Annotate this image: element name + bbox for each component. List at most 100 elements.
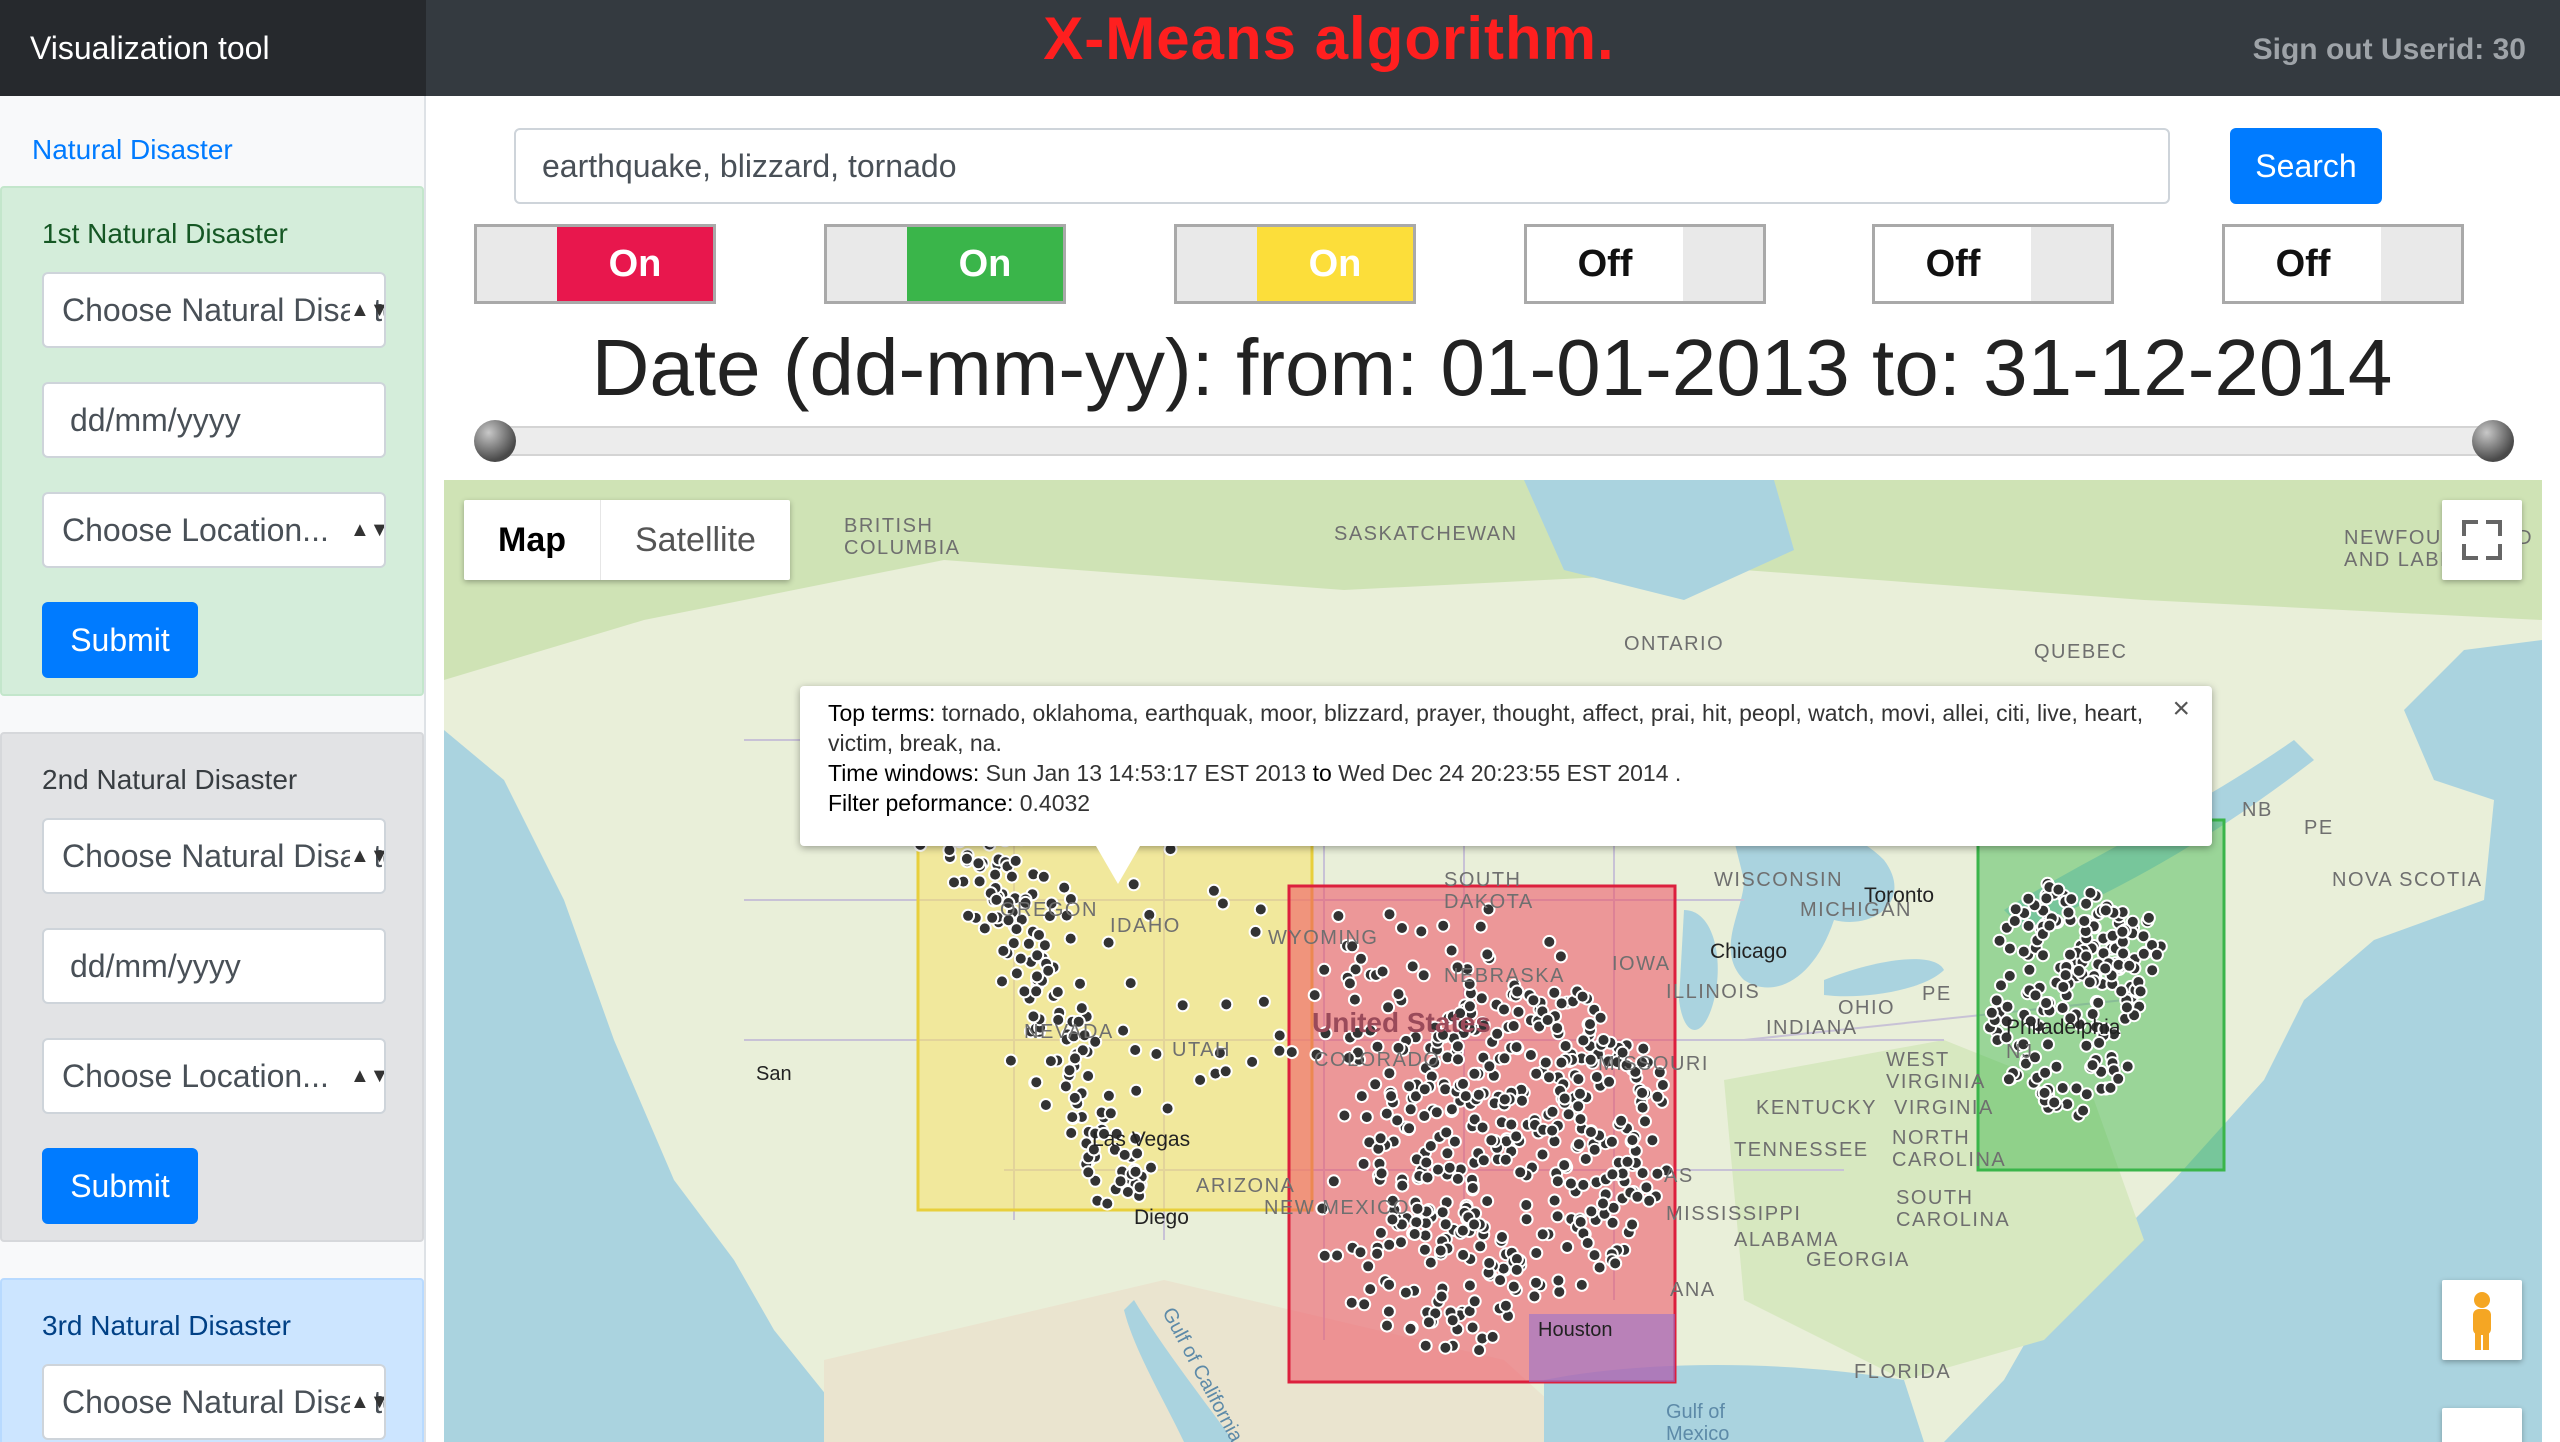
event-marker[interactable]	[1573, 1086, 1587, 1101]
event-marker[interactable]	[1575, 989, 1590, 1004]
event-marker[interactable]	[1368, 1077, 1383, 1092]
event-marker[interactable]	[947, 875, 961, 890]
event-marker[interactable]	[1219, 997, 1234, 1012]
submit-button[interactable]: Submit	[42, 1148, 198, 1224]
event-marker[interactable]	[1029, 984, 1044, 999]
event-marker[interactable]	[2082, 975, 2097, 990]
event-marker[interactable]	[1553, 949, 1568, 964]
event-marker[interactable]	[995, 974, 1009, 989]
brand-label[interactable]: Visualization tool	[0, 0, 426, 96]
event-marker[interactable]	[1068, 1051, 1082, 1066]
event-marker[interactable]	[1614, 1113, 1629, 1128]
event-marker[interactable]	[2022, 962, 2037, 977]
event-marker[interactable]	[1513, 1165, 1528, 1180]
event-marker[interactable]	[1608, 1256, 1623, 1271]
event-marker[interactable]	[1123, 976, 1138, 991]
event-marker[interactable]	[1101, 935, 1116, 950]
event-marker[interactable]	[1149, 1047, 1164, 1061]
event-marker[interactable]	[1604, 1134, 1619, 1149]
event-marker[interactable]	[1030, 948, 1045, 963]
event-marker[interactable]	[2098, 961, 2113, 976]
event-marker[interactable]	[1545, 1104, 1560, 1119]
event-marker[interactable]	[2047, 1095, 2062, 1110]
event-marker[interactable]	[1438, 1082, 1453, 1097]
event-marker[interactable]	[1485, 1329, 1500, 1344]
event-marker[interactable]	[1395, 921, 1409, 935]
location-select[interactable]: Choose Location... ▲▼	[42, 1038, 386, 1114]
event-marker[interactable]	[1417, 1082, 1432, 1097]
event-marker[interactable]	[1370, 1246, 1385, 1261]
event-marker[interactable]	[1245, 1054, 1260, 1069]
event-marker[interactable]	[1439, 1125, 1454, 1140]
event-marker[interactable]	[1542, 934, 1557, 949]
event-marker[interactable]	[1455, 1223, 1470, 1238]
cluster-toggle-6[interactable]: Off	[2222, 224, 2464, 304]
date-input[interactable]: dd/mm/yyyy	[42, 382, 386, 458]
event-marker[interactable]	[1357, 1297, 1372, 1312]
event-marker[interactable]	[1073, 976, 1087, 991]
event-marker[interactable]	[2076, 1103, 2091, 1118]
event-marker[interactable]	[2002, 968, 2017, 983]
event-marker[interactable]	[1435, 1205, 1450, 1220]
event-marker[interactable]	[1638, 1114, 1652, 1129]
event-marker[interactable]	[1434, 1289, 1449, 1304]
event-marker[interactable]	[1465, 1181, 1480, 1195]
event-marker[interactable]	[1081, 1165, 1096, 1180]
event-marker[interactable]	[1482, 1059, 1497, 1074]
disaster-select[interactable]: Choose Natural Disaster ▲▼	[42, 1364, 386, 1440]
event-marker[interactable]	[1497, 1092, 1512, 1107]
event-marker[interactable]	[1584, 1204, 1599, 1219]
event-marker[interactable]	[1421, 1315, 1436, 1330]
event-marker[interactable]	[1456, 1076, 1470, 1091]
event-marker[interactable]	[1423, 1255, 1438, 1270]
event-marker[interactable]	[1417, 1109, 1432, 1123]
event-marker[interactable]	[2002, 941, 2017, 956]
event-marker[interactable]	[2071, 963, 2086, 978]
date-slider-start-handle[interactable]	[474, 420, 516, 462]
event-marker[interactable]	[1284, 1045, 1299, 1060]
event-marker[interactable]	[1429, 1105, 1444, 1120]
event-marker[interactable]	[1650, 1166, 1665, 1181]
date-slider-end-handle[interactable]	[2472, 420, 2514, 462]
event-marker[interactable]	[2145, 963, 2160, 978]
event-marker[interactable]	[1103, 1106, 1118, 1121]
event-marker[interactable]	[1419, 1155, 1434, 1170]
event-marker[interactable]	[2007, 914, 2022, 928]
event-marker[interactable]	[1538, 1055, 1553, 1070]
event-marker[interactable]	[1381, 1304, 1396, 1319]
event-marker[interactable]	[1526, 993, 1541, 1008]
event-marker[interactable]	[1248, 924, 1263, 939]
event-marker[interactable]	[1445, 1313, 1460, 1328]
event-marker[interactable]	[1402, 1121, 1417, 1136]
event-marker[interactable]	[1630, 1189, 1645, 1204]
event-marker[interactable]	[1527, 1289, 1542, 1304]
event-marker[interactable]	[2036, 948, 2050, 963]
event-marker[interactable]	[1013, 951, 1028, 966]
event-marker[interactable]	[1558, 1039, 1573, 1053]
event-marker[interactable]	[1029, 1075, 1044, 1090]
event-marker[interactable]	[1509, 1129, 1524, 1144]
event-marker[interactable]	[2079, 949, 2094, 964]
event-marker[interactable]	[2064, 892, 2079, 907]
event-marker[interactable]	[1038, 1098, 1053, 1112]
event-marker[interactable]	[2021, 918, 2036, 933]
event-marker[interactable]	[1625, 1133, 1640, 1148]
event-marker[interactable]	[1064, 1126, 1079, 1140]
event-marker[interactable]	[1592, 1260, 1607, 1275]
event-marker[interactable]	[1605, 1167, 1620, 1182]
event-marker[interactable]	[1540, 1013, 1555, 1027]
event-marker[interactable]	[1542, 1070, 1556, 1085]
event-marker[interactable]	[1474, 991, 1489, 1006]
event-marker[interactable]	[2114, 984, 2129, 999]
event-marker[interactable]	[971, 856, 986, 871]
event-marker[interactable]	[1272, 1043, 1287, 1058]
event-marker[interactable]	[1003, 1053, 1018, 1068]
event-marker[interactable]	[1353, 1245, 1368, 1260]
event-marker[interactable]	[1529, 1246, 1544, 1260]
event-marker[interactable]	[1193, 1073, 1208, 1087]
map[interactable]: BRITISH COLUMBIA SASKATCHEWAN ONTARIO QUEBEC…	[444, 480, 2542, 1442]
event-marker[interactable]	[996, 943, 1011, 958]
event-marker[interactable]	[1475, 1120, 1490, 1135]
event-marker[interactable]	[1984, 1005, 1999, 1020]
event-marker[interactable]	[1509, 1262, 1524, 1277]
